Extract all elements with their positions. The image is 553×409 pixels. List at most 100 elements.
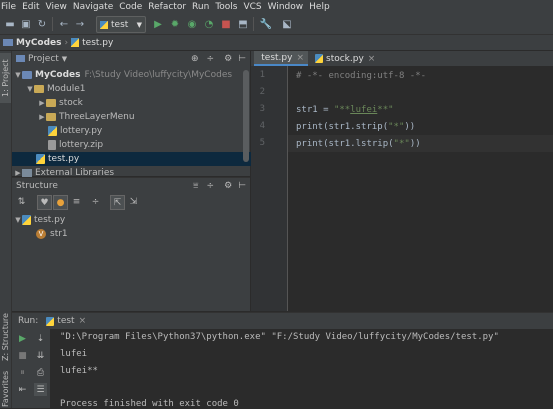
project-tree: ▼ MyCodes F:\Study Video\luffycity\MyCod…: [12, 66, 250, 176]
locate-icon[interactable]: ⊕: [191, 54, 199, 64]
expand-icon[interactable]: ≡: [70, 195, 83, 208]
chevron-down-icon: ▼: [14, 71, 22, 79]
menu-bar: File Edit View Navigate Code Refactor Ru…: [0, 0, 553, 14]
debug-icon[interactable]: ✹: [168, 17, 182, 31]
run-tab-label[interactable]: test: [57, 316, 74, 326]
menu-edit[interactable]: Edit: [19, 2, 42, 12]
tree-item-test-py[interactable]: test.py: [12, 152, 274, 166]
gear-icon[interactable]: ⚙: [224, 181, 232, 191]
menu-code[interactable]: Code: [116, 2, 145, 12]
rerun-icon[interactable]: ▶: [16, 332, 29, 345]
menu-navigate[interactable]: Navigate: [70, 2, 116, 12]
structure-item-file[interactable]: ▼ test.py: [12, 213, 252, 227]
clear-all-icon[interactable]: ☰: [34, 383, 47, 396]
editor-tab-bar: test.py × stock.py ×: [251, 51, 553, 67]
code-text: print(str1.lstrip(: [296, 139, 394, 149]
tab-stock-py[interactable]: stock.py ×: [311, 51, 381, 66]
code-line-1[interactable]: # -*- encoding:utf-8 -*-: [288, 67, 553, 84]
close-icon[interactable]: ×: [79, 316, 87, 326]
run-configuration-label: test: [111, 20, 137, 30]
restore-layout-icon[interactable]: ⇤: [16, 383, 29, 396]
stop-icon[interactable]: ■: [16, 349, 29, 362]
pause-icon[interactable]: ⏸: [16, 366, 29, 379]
menu-tools[interactable]: Tools: [212, 2, 240, 12]
chevron-right-icon: ▶: [14, 169, 22, 177]
stop-icon[interactable]: ■: [219, 17, 233, 31]
vcs-update-icon[interactable]: ⬒: [236, 17, 250, 31]
hide-icon[interactable]: ⊢: [238, 181, 246, 191]
code-line-4[interactable]: print(str1.strip("*")): [288, 118, 553, 135]
structure-item-variable[interactable]: V str1: [12, 227, 274, 241]
menu-file[interactable]: File: [0, 2, 19, 12]
code-string: "**: [334, 105, 350, 115]
run-toolbar: ▶ ⇣ ■ ⇊ ⏸ ⎙ ⇤ ☰: [12, 329, 50, 408]
show-fields-icon[interactable]: ♥: [37, 195, 52, 210]
breadcrumb-file[interactable]: test.py: [82, 38, 113, 48]
code-comment: # -*- encoding:utf-8 -*-: [296, 71, 426, 81]
gear-icon[interactable]: ⚙: [224, 54, 232, 64]
chevron-right-icon: ▶: [38, 99, 46, 107]
tab-test-py[interactable]: test.py ×: [254, 51, 308, 66]
toolbar-separator: [52, 17, 53, 31]
tree-root-label: MyCodes: [35, 70, 81, 80]
close-icon[interactable]: ×: [296, 53, 304, 63]
settings-wrench-icon[interactable]: 🔧: [259, 17, 273, 31]
python-file-icon: [46, 317, 54, 326]
tree-item-root[interactable]: ▼ MyCodes F:\Study Video\luffycity\MyCod…: [12, 68, 252, 82]
scroll-to-end-icon[interactable]: ⇊: [34, 349, 47, 362]
tree-item-threelayermenu[interactable]: ▶ ThreeLayerMenu: [12, 110, 276, 124]
code-line-5[interactable]: print(str1.lstrip("*")): [288, 135, 553, 152]
line-number: 5: [251, 138, 265, 148]
open-folder-icon[interactable]: ▬: [3, 17, 17, 31]
tree-item-label: test.py: [48, 154, 79, 164]
code-line-3[interactable]: str1 = "**lufei**": [288, 101, 553, 118]
menu-help[interactable]: Help: [306, 2, 333, 12]
scrollbar[interactable]: [243, 70, 249, 162]
collapse-icon[interactable]: ÷: [207, 54, 215, 64]
python-file-icon: [48, 126, 57, 136]
show-inherited-icon[interactable]: ●: [53, 195, 68, 210]
project-tool-tab[interactable]: 1: Project: [0, 53, 11, 103]
code-string: **": [377, 105, 393, 115]
menu-window[interactable]: Window: [265, 2, 307, 12]
run-icon[interactable]: ▶: [151, 17, 165, 31]
autoscroll-to-source-icon[interactable]: ⇱: [110, 195, 125, 210]
chevron-right-icon: ›: [65, 38, 69, 48]
structure-tool-tab[interactable]: Z: Structure: [0, 309, 11, 365]
variable-icon: V: [36, 229, 46, 239]
breadcrumb-project[interactable]: MyCodes: [16, 38, 62, 48]
expand-all-icon[interactable]: ⩸: [193, 181, 198, 191]
hide-icon[interactable]: ⊢: [238, 54, 246, 64]
soft-wrap-icon[interactable]: ⇣: [34, 332, 47, 345]
print-icon[interactable]: ⎙: [34, 366, 47, 379]
python-file-icon: [71, 38, 79, 47]
tree-item-stock[interactable]: ▶ stock: [12, 96, 276, 110]
project-panel-title[interactable]: Project: [28, 54, 59, 64]
run-console[interactable]: "D:\Program Files\Python37\python.exe" "…: [50, 329, 553, 408]
close-icon[interactable]: ×: [368, 54, 376, 64]
menu-refactor[interactable]: Refactor: [145, 2, 189, 12]
sort-alpha-icon[interactable]: ⇅: [15, 195, 28, 208]
run-configuration-dropdown[interactable]: test ▼: [96, 16, 146, 33]
folder-icon: [22, 71, 32, 79]
tree-item-label: lottery.zip: [59, 140, 103, 150]
menu-view[interactable]: View: [43, 2, 70, 12]
menu-run[interactable]: Run: [189, 2, 212, 12]
forward-arrow-icon[interactable]: →: [73, 17, 87, 31]
autoscroll-from-source-icon[interactable]: ⇲: [127, 195, 140, 208]
line-number: 4: [251, 121, 265, 131]
sync-icon[interactable]: ↻: [35, 17, 49, 31]
tree-item-module1[interactable]: ▼ Module1: [12, 82, 264, 96]
collapse-all-icon[interactable]: ÷: [207, 181, 215, 191]
code-string: "*": [388, 122, 404, 132]
back-arrow-icon[interactable]: ←: [57, 17, 71, 31]
menu-vcs[interactable]: VCS: [240, 2, 264, 12]
profile-icon[interactable]: ◔: [202, 17, 216, 31]
favorites-tool-tab[interactable]: Favorites: [0, 371, 11, 407]
chevron-down-icon[interactable]: ▼: [62, 55, 67, 63]
python-console-icon[interactable]: ⬕: [280, 17, 294, 31]
code-editor[interactable]: # -*- encoding:utf-8 -*- str1 = "**lufei…: [288, 66, 553, 311]
collapse-icon[interactable]: ÷: [89, 195, 102, 208]
run-coverage-icon[interactable]: ◉: [185, 17, 199, 31]
save-all-icon[interactable]: ▣: [19, 17, 33, 31]
